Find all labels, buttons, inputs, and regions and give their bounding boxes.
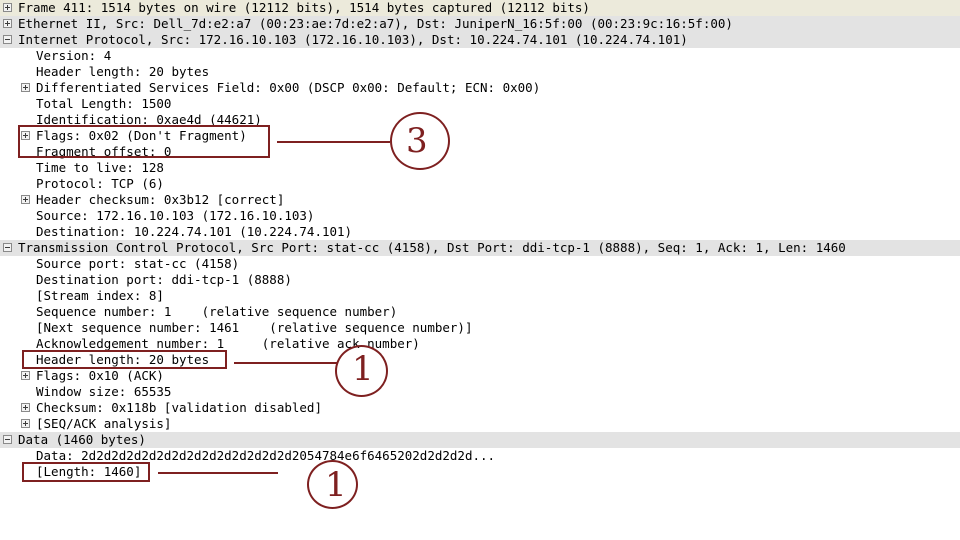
packet-detail-row-label: [SEQ/ACK analysis] xyxy=(36,416,172,431)
packet-detail-row-label: Source: 172.16.10.103 (172.16.10.103) xyxy=(36,208,315,223)
packet-detail-row[interactable]: Internet Protocol, Src: 172.16.10.103 (1… xyxy=(0,32,960,48)
packet-detail-row-label: Differentiated Services Field: 0x00 (DSC… xyxy=(36,80,541,95)
packet-detail-row[interactable]: Total Length: 1500 xyxy=(0,96,960,112)
packet-detail-row[interactable]: Destination: 10.224.74.101 (10.224.74.10… xyxy=(0,224,960,240)
packet-detail-row[interactable]: Version: 4 xyxy=(0,48,960,64)
packet-detail-row[interactable]: Data (1460 bytes) xyxy=(0,432,960,448)
packet-detail-row[interactable]: Header checksum: 0x3b12 [correct] xyxy=(0,192,960,208)
expand-icon[interactable] xyxy=(21,419,30,428)
packet-detail-row[interactable]: [Stream index: 8] xyxy=(0,288,960,304)
collapse-icon[interactable] xyxy=(3,243,12,252)
packet-detail-row-label: Data (1460 bytes) xyxy=(18,432,146,447)
packet-detail-row[interactable]: [SEQ/ACK analysis] xyxy=(0,416,960,432)
expand-icon[interactable] xyxy=(21,371,30,380)
packet-detail-row[interactable]: Time to live: 128 xyxy=(0,160,960,176)
packet-detail-row[interactable]: Data: 2d2d2d2d2d2d2d2d2d2d2d2d2d2d205478… xyxy=(0,448,960,464)
packet-detail-row[interactable]: Window size: 65535 xyxy=(0,384,960,400)
packet-detail-row-label: Flags: 0x02 (Don't Fragment) xyxy=(36,128,247,143)
packet-detail-row-label: Transmission Control Protocol, Src Port:… xyxy=(18,240,846,255)
packet-detail-row-label: [Next sequence number: 1461 (relative se… xyxy=(36,320,473,335)
expand-icon[interactable] xyxy=(21,403,30,412)
packet-detail-row-label: Header checksum: 0x3b12 [correct] xyxy=(36,192,285,207)
packet-detail-row-label: Header length: 20 bytes xyxy=(36,64,210,79)
packet-detail-row[interactable]: Sequence number: 1 (relative sequence nu… xyxy=(0,304,960,320)
packet-detail-row-label: Protocol: TCP (6) xyxy=(36,176,164,191)
packet-detail-row-label: Identification: 0xae4d (44621) xyxy=(36,112,262,127)
packet-detail-row-label: Flags: 0x10 (ACK) xyxy=(36,368,164,383)
packet-detail-row-label: Frame 411: 1514 bytes on wire (12112 bit… xyxy=(18,0,590,15)
packet-detail-row[interactable]: Fragment offset: 0 xyxy=(0,144,960,160)
packet-detail-row[interactable]: Source port: stat-cc (4158) xyxy=(0,256,960,272)
packet-detail-row[interactable]: Differentiated Services Field: 0x00 (DSC… xyxy=(0,80,960,96)
packet-detail-row-label: [Length: 1460] xyxy=(36,464,142,479)
collapse-icon[interactable] xyxy=(3,435,12,444)
packet-detail-row[interactable]: [Next sequence number: 1461 (relative se… xyxy=(0,320,960,336)
packet-detail-row-label: Version: 4 xyxy=(36,48,112,63)
packet-detail-row-label: Destination port: ddi-tcp-1 (8888) xyxy=(36,272,292,287)
packet-detail-row[interactable]: Header length: 20 bytes xyxy=(0,64,960,80)
packet-detail-row-label: Sequence number: 1 (relative sequence nu… xyxy=(36,304,398,319)
packet-detail-row-label: Source port: stat-cc (4158) xyxy=(36,256,240,271)
packet-detail-row[interactable]: Frame 411: 1514 bytes on wire (12112 bit… xyxy=(0,0,960,16)
packet-detail-row-label: [Stream index: 8] xyxy=(36,288,164,303)
packet-detail-row-label: Internet Protocol, Src: 172.16.10.103 (1… xyxy=(18,32,688,47)
packet-detail-row[interactable]: Acknowledgement number: 1 (relative ack … xyxy=(0,336,960,352)
packet-detail-row[interactable]: Flags: 0x02 (Don't Fragment) xyxy=(0,128,960,144)
packet-detail-row[interactable]: Checksum: 0x118b [validation disabled] xyxy=(0,400,960,416)
packet-detail-row[interactable]: Destination port: ddi-tcp-1 (8888) xyxy=(0,272,960,288)
expand-icon[interactable] xyxy=(21,83,30,92)
packet-detail-row-label: Total Length: 1500 xyxy=(36,96,172,111)
packet-detail-row[interactable]: [Length: 1460] xyxy=(0,464,960,480)
packet-detail-row-label: Acknowledgement number: 1 (relative ack … xyxy=(36,336,420,351)
expand-icon[interactable] xyxy=(21,131,30,140)
packet-detail-row[interactable]: Ethernet II, Src: Dell_7d:e2:a7 (00:23:a… xyxy=(0,16,960,32)
packet-detail-row-label: Time to live: 128 xyxy=(36,160,164,175)
packet-detail-row[interactable]: Identification: 0xae4d (44621) xyxy=(0,112,960,128)
packet-detail-row-label: Destination: 10.224.74.101 (10.224.74.10… xyxy=(36,224,353,239)
packet-detail-row-label: Data: 2d2d2d2d2d2d2d2d2d2d2d2d2d2d205478… xyxy=(36,448,496,463)
packet-detail-row[interactable]: Transmission Control Protocol, Src Port:… xyxy=(0,240,960,256)
expand-icon[interactable] xyxy=(3,19,12,28)
packet-detail-row-label: Window size: 65535 xyxy=(36,384,172,399)
expand-icon[interactable] xyxy=(21,195,30,204)
packet-detail-row[interactable]: Flags: 0x10 (ACK) xyxy=(0,368,960,384)
packet-detail-tree[interactable]: Frame 411: 1514 bytes on wire (12112 bit… xyxy=(0,0,960,520)
packet-detail-row[interactable]: Header length: 20 bytes xyxy=(0,352,960,368)
packet-detail-row[interactable]: Protocol: TCP (6) xyxy=(0,176,960,192)
packet-detail-row-label: Ethernet II, Src: Dell_7d:e2:a7 (00:23:a… xyxy=(18,16,733,31)
packet-detail-row-label: Header length: 20 bytes xyxy=(36,352,210,367)
collapse-icon[interactable] xyxy=(3,35,12,44)
packet-detail-row-label: Fragment offset: 0 xyxy=(36,144,172,159)
packet-detail-row[interactable]: Source: 172.16.10.103 (172.16.10.103) xyxy=(0,208,960,224)
expand-icon[interactable] xyxy=(3,3,12,12)
packet-detail-row-label: Checksum: 0x118b [validation disabled] xyxy=(36,400,322,415)
